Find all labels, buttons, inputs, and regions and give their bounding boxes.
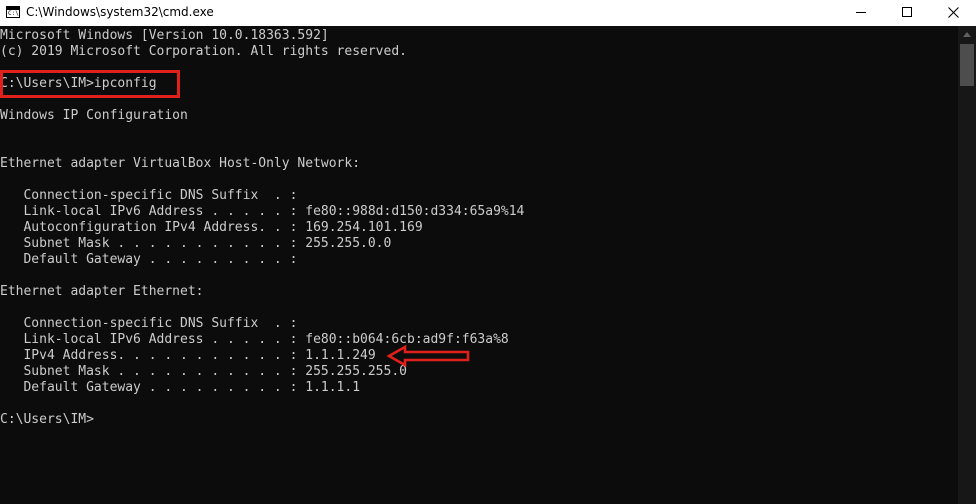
maximize-button[interactable] bbox=[884, 0, 930, 26]
console-line: Default Gateway . . . . . . . . . : bbox=[0, 252, 298, 267]
console-line: C:\Users\IM> bbox=[0, 412, 94, 427]
console-line: Windows IP Configuration bbox=[0, 108, 188, 123]
console-line: Connection-specific DNS Suffix . : bbox=[0, 188, 298, 203]
minimize-button[interactable] bbox=[838, 0, 884, 26]
console-line: IPv4 Address. . . . . . . . . . . : 1.1.… bbox=[0, 348, 376, 363]
title-bar[interactable]: C:\ C:\Windows\system32\cmd.exe bbox=[0, 0, 976, 26]
left-arrow-icon bbox=[386, 344, 470, 368]
console-line: Subnet Mask . . . . . . . . . . . : 255.… bbox=[0, 236, 392, 251]
cmd-window: C:\ C:\Windows\system32\cmd.exe Microsof… bbox=[0, 0, 976, 504]
maximize-icon bbox=[902, 7, 912, 17]
window-title: C:\Windows\system32\cmd.exe bbox=[26, 5, 214, 19]
console-line: Connection-specific DNS Suffix . : bbox=[0, 316, 298, 331]
console-line: Link-local IPv6 Address . . . . . : fe80… bbox=[0, 204, 525, 219]
console-output[interactable]: Microsoft Windows [Version 10.0.18363.59… bbox=[0, 28, 958, 504]
scroll-up-arrow-icon bbox=[963, 32, 971, 37]
minimize-icon bbox=[856, 12, 866, 13]
cmd-icon[interactable]: C:\ bbox=[6, 6, 20, 18]
close-icon bbox=[948, 7, 959, 18]
console-line: Microsoft Windows [Version 10.0.18363.59… bbox=[0, 28, 329, 43]
vertical-scrollbar[interactable] bbox=[958, 26, 976, 504]
console-line: Autoconfiguration IPv4 Address. . : 169.… bbox=[0, 220, 423, 235]
console-line: Default Gateway . . . . . . . . . : 1.1.… bbox=[0, 380, 361, 395]
scrollbar-thumb[interactable] bbox=[960, 44, 974, 86]
console-line: Ethernet adapter Ethernet: bbox=[0, 284, 204, 299]
command-highlight-box bbox=[0, 70, 180, 98]
console-line: Subnet Mask . . . . . . . . . . . : 255.… bbox=[0, 364, 407, 379]
scroll-up-button[interactable] bbox=[958, 26, 976, 43]
console-line: (c) 2019 Microsoft Corporation. All righ… bbox=[0, 44, 407, 59]
console-line: Ethernet adapter VirtualBox Host-Only Ne… bbox=[0, 156, 361, 171]
cmd-icon-prompt: C:\ bbox=[8, 10, 19, 17]
close-button[interactable] bbox=[930, 0, 976, 26]
